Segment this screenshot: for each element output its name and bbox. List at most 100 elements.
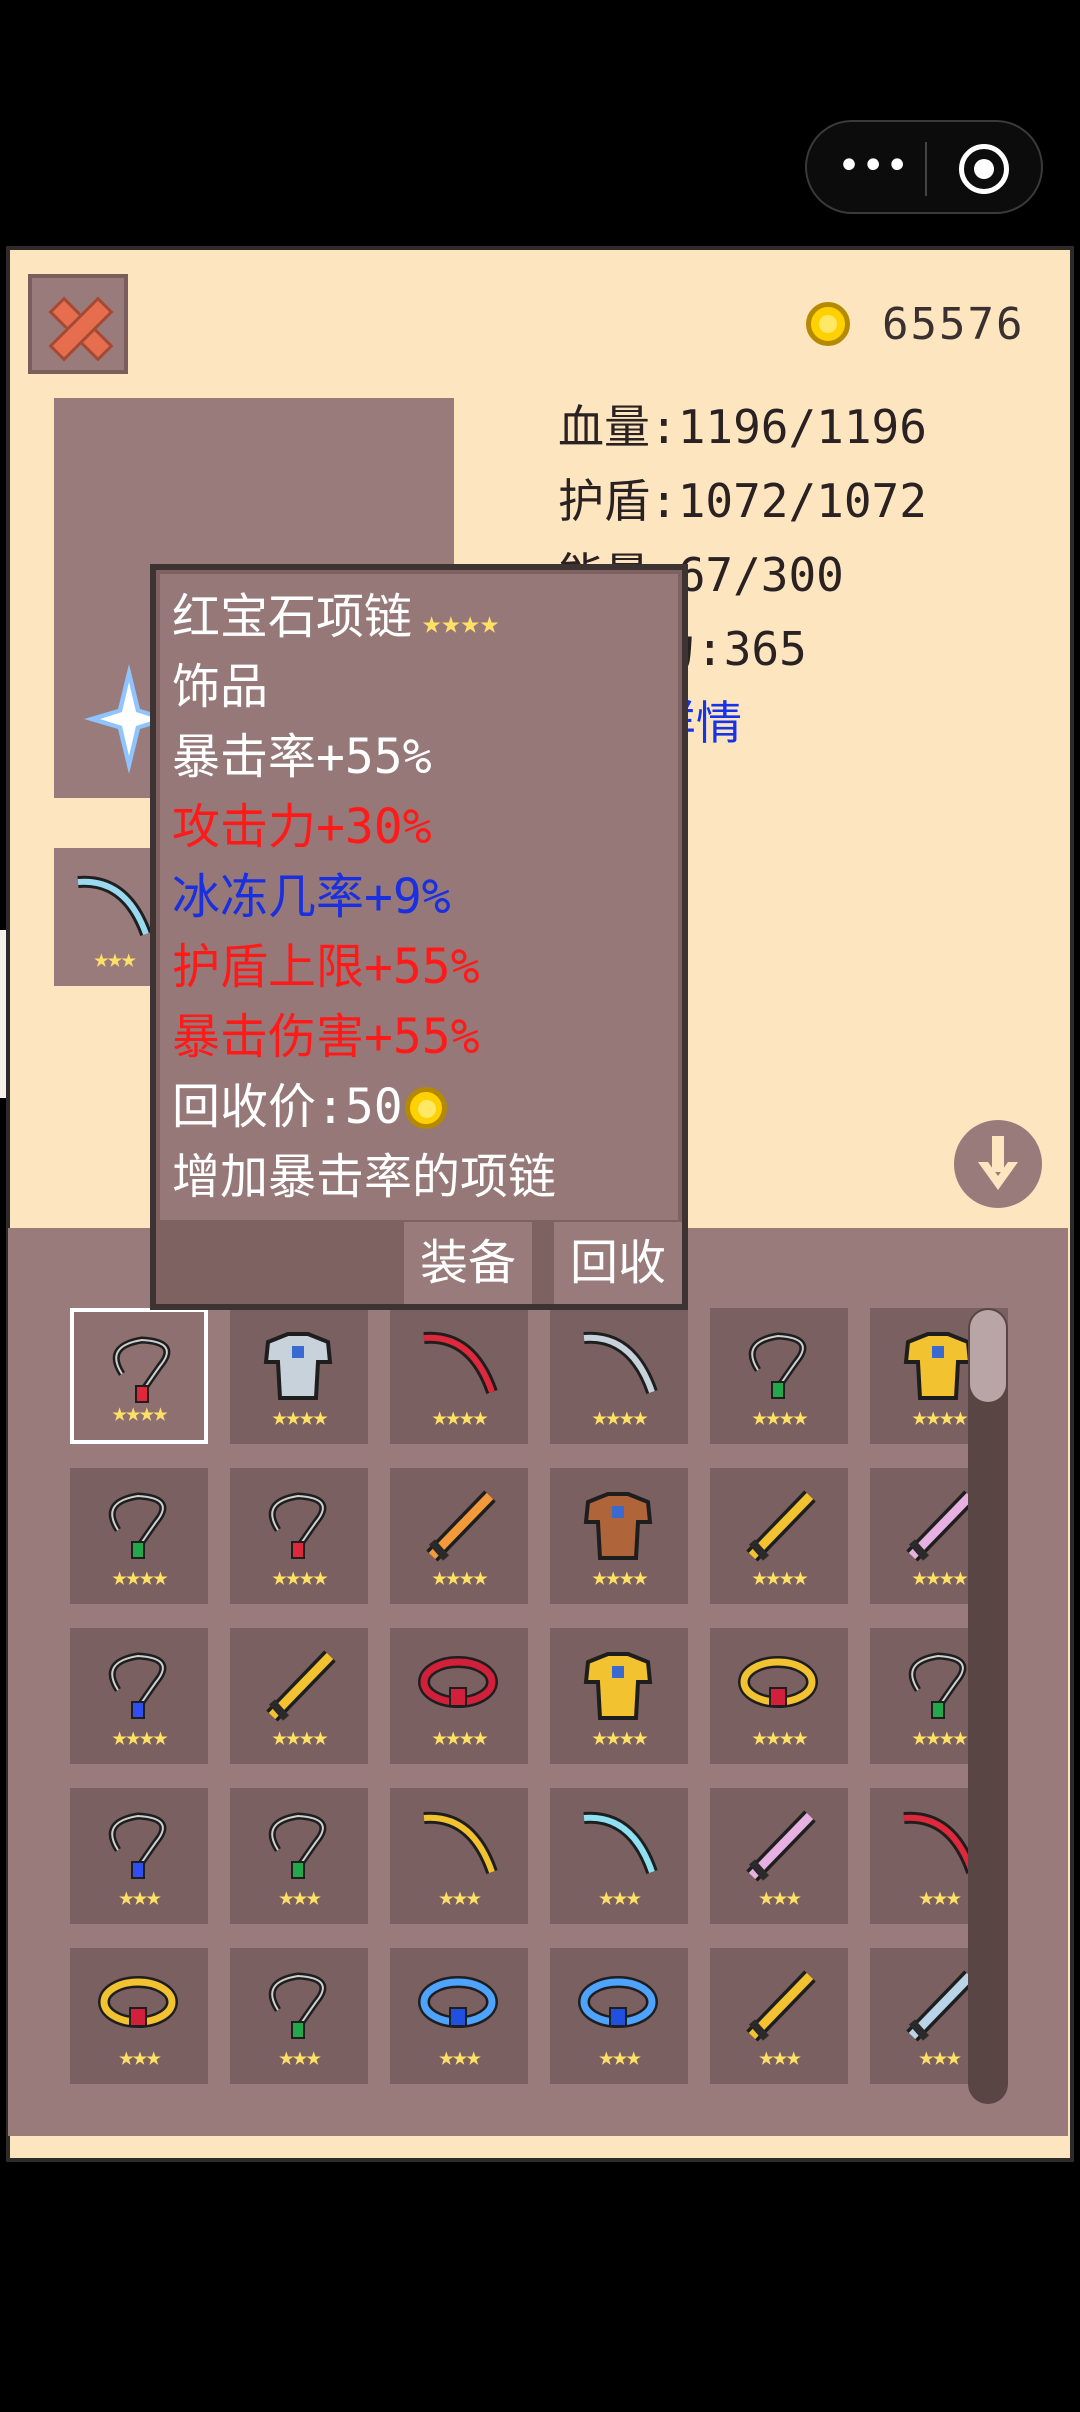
crit-damage-stat: 暴击伤害+55% bbox=[172, 1009, 480, 1065]
hp-stat: 血量:1196/1196 bbox=[558, 400, 927, 454]
item-stars: ★★★★ bbox=[431, 1562, 489, 1592]
item-stars: ★★★★ bbox=[751, 1402, 809, 1432]
gold-coin-icon bbox=[806, 302, 850, 346]
item-stars: ★★★ bbox=[118, 1882, 162, 1912]
green-necklace-icon bbox=[268, 1972, 327, 2039]
gold-display: 65576 bbox=[806, 294, 1024, 354]
item-description: 增加暴击率的项链 bbox=[172, 1149, 557, 1205]
close-button[interactable] bbox=[28, 274, 128, 374]
inventory-slot[interactable]: ★★★★ bbox=[70, 1468, 208, 1604]
item-stars: ★★★★ bbox=[271, 1402, 329, 1432]
item-stars: ★★★ bbox=[278, 2042, 322, 2072]
inventory-slot[interactable]: ★★★ bbox=[710, 1948, 848, 2084]
inventory-slot[interactable]: ★★★★ bbox=[550, 1308, 688, 1444]
inventory-slot[interactable]: ★★★ bbox=[230, 1788, 368, 1924]
green-necklace-icon bbox=[748, 1332, 807, 1399]
equip-button[interactable]: 装备 bbox=[404, 1222, 532, 1304]
shield-stat: 护盾:1072/1072 bbox=[558, 474, 927, 528]
item-stars: ★★★★ bbox=[591, 1562, 649, 1592]
freeze-chance-stat: 冰冻几率+9% bbox=[172, 869, 451, 925]
bronze-armor-icon bbox=[583, 1492, 653, 1560]
inventory-slot[interactable]: ★★★ bbox=[550, 1788, 688, 1924]
item-stars: ★★★★ bbox=[422, 603, 500, 641]
item-stars: ★★★ bbox=[278, 1882, 322, 1912]
more-dots-icon[interactable]: ••• bbox=[837, 146, 909, 186]
item-stars: ★★★ bbox=[118, 2042, 162, 2072]
item-stars: ★★★ bbox=[598, 1882, 642, 1912]
pink-sword-icon bbox=[746, 1810, 816, 1882]
item-stars: ★★★★ bbox=[591, 1402, 649, 1432]
sapphire-ring-icon bbox=[418, 1976, 498, 2028]
ruby-ring-icon bbox=[418, 1656, 498, 1708]
item-stars: ★★★★ bbox=[111, 1398, 169, 1428]
target-circle-icon[interactable] bbox=[959, 144, 1009, 194]
red-bow-icon bbox=[423, 1331, 498, 1395]
inventory-slot[interactable]: ★★★ bbox=[70, 1788, 208, 1924]
inventory-slot[interactable]: ★★★★ bbox=[390, 1628, 528, 1764]
item-stars: ★★★★ bbox=[271, 1722, 329, 1752]
inventory-slot[interactable]: ★★★★ bbox=[710, 1628, 848, 1764]
blue-necklace-icon bbox=[108, 1812, 167, 1879]
crit-rate-stat: 暴击率+55% bbox=[172, 729, 432, 785]
inventory-slot[interactable]: ★★★★ bbox=[390, 1308, 528, 1444]
recycle-price: 回收价:50 bbox=[172, 1079, 403, 1135]
item-stars: ★★★ bbox=[438, 2042, 482, 2072]
attack-bonus-stat: 攻击力+30% bbox=[172, 799, 432, 855]
item-tooltip: 红宝石项链 ★★★★ 饰品 暴击率+55% 攻击力+30% 冰冻几率+9% 护盾上… bbox=[150, 564, 688, 1310]
item-category: 饰品 bbox=[172, 659, 269, 715]
ruby-ring-gold-icon bbox=[738, 1656, 818, 1708]
item-stars: ★★★★ bbox=[111, 1722, 169, 1752]
inventory-slot[interactable]: ★★★ bbox=[550, 1948, 688, 2084]
gold-amount: 65576 bbox=[882, 298, 1025, 350]
inventory-scrollbar[interactable] bbox=[968, 1308, 1008, 2104]
gold-bow-icon bbox=[423, 1811, 498, 1875]
scrollbar-thumb[interactable] bbox=[970, 1310, 1006, 1402]
item-stars: ★★★ bbox=[758, 1882, 802, 1912]
gold-sword-icon bbox=[746, 1970, 816, 2042]
inventory-grid: ★★★★ ★★★★ ★★★★ ★★★★ ★★★★ ★★★★ ★★★★ ★★★★ ★★★★ ★★★★… bbox=[8, 1228, 1068, 2136]
drop-button[interactable] bbox=[954, 1120, 1042, 1208]
item-stars: ★★★ bbox=[438, 1882, 482, 1912]
inventory-slot[interactable]: ★★★★ bbox=[710, 1308, 848, 1444]
gold-dagger-icon bbox=[266, 1650, 336, 1722]
inventory-slot[interactable]: ★★★★ bbox=[230, 1468, 368, 1604]
gold-coin-icon bbox=[404, 1087, 447, 1129]
cyan-bow-icon bbox=[583, 1811, 658, 1875]
recycle-button[interactable]: 回收 bbox=[554, 1222, 682, 1304]
gold-armor-icon bbox=[583, 1652, 653, 1720]
bow-icon bbox=[77, 875, 152, 937]
inventory-slot[interactable]: ★★★★ bbox=[70, 1628, 208, 1764]
silver-bow-icon bbox=[583, 1331, 658, 1395]
green-necklace-icon bbox=[108, 1492, 167, 1559]
blue-necklace-icon bbox=[108, 1652, 167, 1719]
sapphire-ring-icon bbox=[578, 1976, 658, 2028]
inventory-slot[interactable]: ★★★★ bbox=[550, 1628, 688, 1764]
item-name: 红宝石项链 bbox=[172, 589, 413, 645]
shield-max-stat: 护盾上限+55% bbox=[172, 939, 480, 995]
inventory-slot[interactable]: ★★★★ bbox=[550, 1468, 688, 1604]
item-stars: ★★★★ bbox=[431, 1402, 489, 1432]
red-necklace-icon bbox=[268, 1492, 327, 1559]
inventory-slot-selected[interactable]: ★★★★ bbox=[70, 1308, 208, 1444]
tooltip-content: 红宝石项链 ★★★★ 饰品 暴击率+55% 攻击力+30% 冰冻几率+9% 护盾上… bbox=[160, 574, 678, 1220]
ruby-ring-gold-icon bbox=[98, 1976, 178, 2028]
inventory-slot[interactable]: ★★★ bbox=[230, 1948, 368, 2084]
capsule-divider bbox=[925, 142, 927, 196]
inventory-slot[interactable]: ★★★★ bbox=[390, 1468, 528, 1604]
inventory-slot[interactable]: ★★★ bbox=[390, 1948, 528, 2084]
item-stars: ★★★★ bbox=[751, 1562, 809, 1592]
inventory-slot[interactable]: ★★★★ bbox=[230, 1628, 368, 1764]
inventory-slot[interactable]: ★★★★ bbox=[230, 1308, 368, 1444]
item-stars: ★★★★ bbox=[111, 1562, 169, 1592]
gold-sword-icon bbox=[746, 1490, 816, 1562]
flame-sword-icon bbox=[426, 1490, 496, 1562]
inventory-slot[interactable]: ★★★ bbox=[710, 1788, 848, 1924]
inventory-slot[interactable]: ★★★ bbox=[390, 1788, 528, 1924]
arrow-down-icon bbox=[978, 1136, 1018, 1190]
mini-program-capsule: ••• bbox=[805, 120, 1043, 214]
inventory-slot[interactable]: ★★★★ bbox=[710, 1468, 848, 1604]
item-stars: ★★★★ bbox=[591, 1722, 649, 1752]
silver-armor-icon bbox=[263, 1332, 333, 1400]
inventory-slot[interactable]: ★★★ bbox=[70, 1948, 208, 2084]
item-stars: ★★★★ bbox=[751, 1722, 809, 1752]
